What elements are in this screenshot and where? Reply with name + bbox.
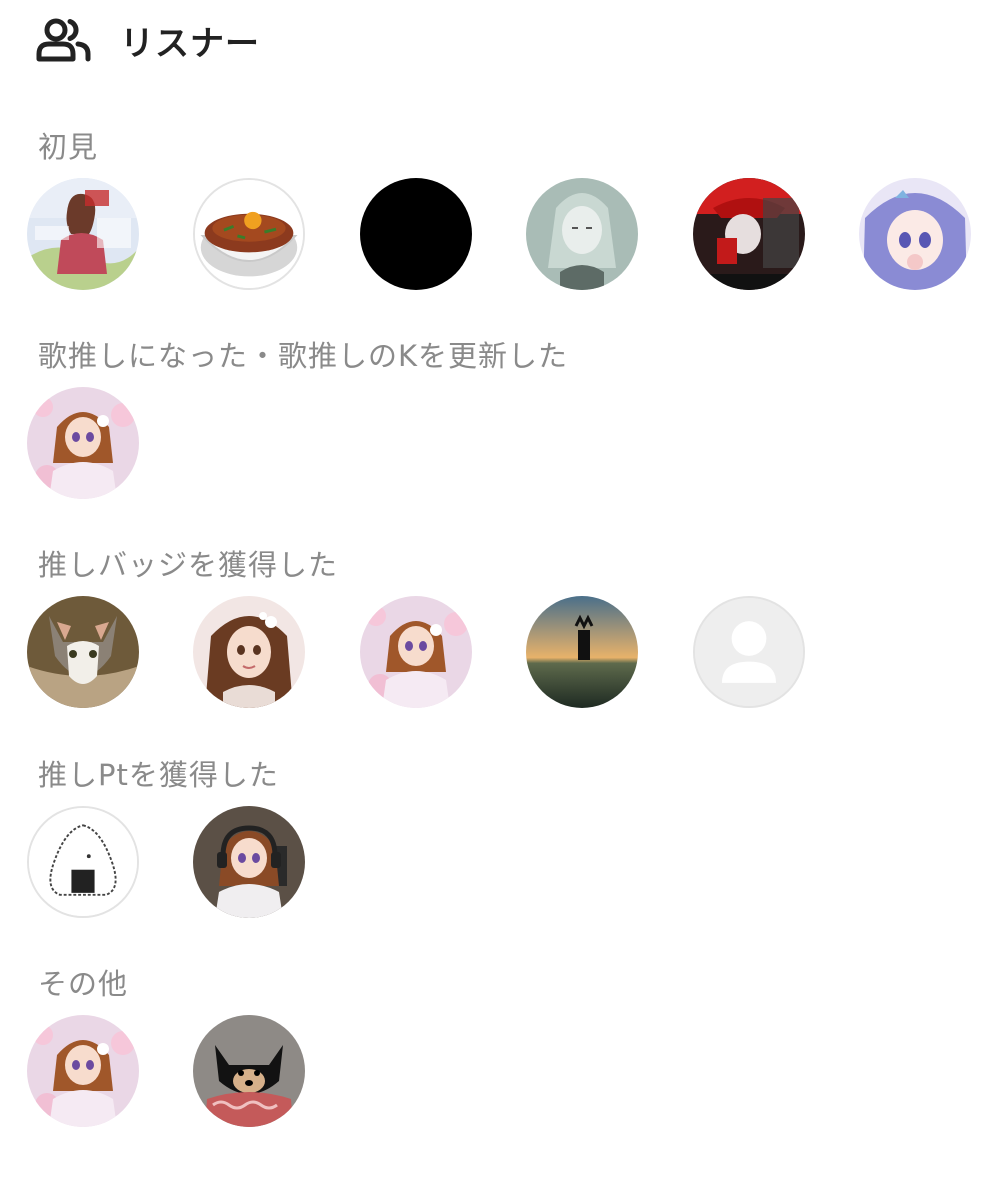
avatar[interactable]: [27, 178, 139, 290]
section-title: その他: [38, 967, 129, 1001]
listener-header: リスナー: [36, 14, 260, 66]
avatar[interactable]: [27, 596, 139, 708]
section-title: 初見: [38, 130, 99, 164]
avatar[interactable]: [859, 178, 971, 290]
avatar-row: [27, 178, 987, 290]
avatar[interactable]: [193, 1015, 305, 1127]
section-title: 推しバッジを獲得した: [38, 548, 339, 582]
avatar[interactable]: [193, 178, 305, 290]
avatar-row: [27, 1015, 987, 1127]
avatar[interactable]: [27, 387, 139, 499]
avatar[interactable]: [360, 596, 472, 708]
avatar[interactable]: [693, 178, 805, 290]
section-title: 歌推しになった・歌推しのKを更新した: [38, 339, 569, 373]
avatar-row: [27, 596, 987, 708]
avatar[interactable]: [193, 596, 305, 708]
avatar[interactable]: [27, 806, 139, 918]
section-title: 推しPtを獲得した: [38, 758, 279, 792]
page-title: リスナー: [120, 23, 260, 64]
avatar[interactable]: [526, 596, 638, 708]
avatar[interactable]: [360, 178, 472, 290]
avatar-row: [27, 806, 987, 918]
default-user-icon[interactable]: [693, 596, 805, 708]
avatar[interactable]: [193, 806, 305, 918]
users-icon: [36, 17, 92, 63]
avatar[interactable]: [27, 1015, 139, 1127]
avatar[interactable]: [526, 178, 638, 290]
avatar-row: [27, 387, 987, 499]
